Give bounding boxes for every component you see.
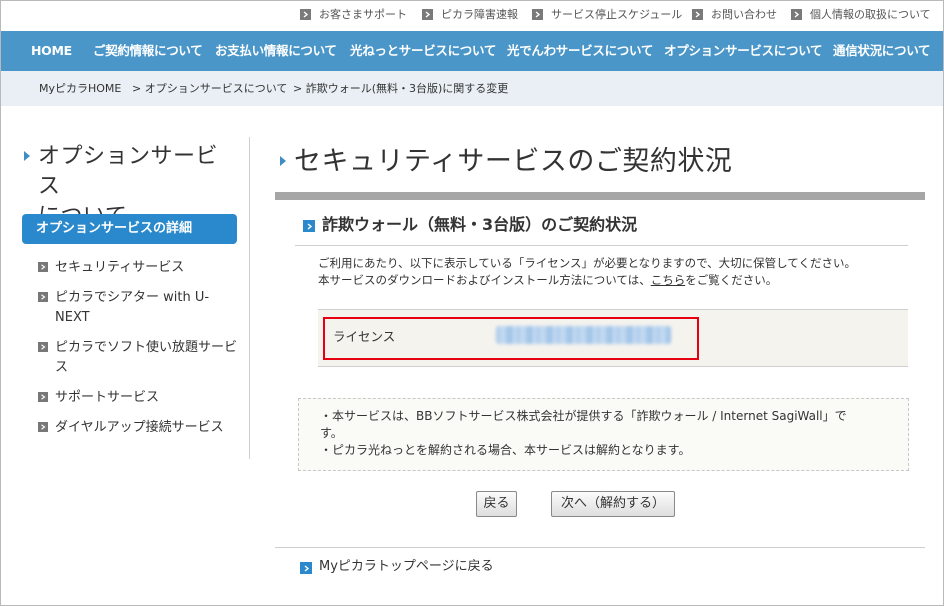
utility-bar: お客さまサポート ピカラ障害速報 サービス停止スケジュール お問い合わせ 個人情… xyxy=(0,0,944,31)
breadcrumb-option-services[interactable]: > オプションサービスについて xyxy=(132,71,287,106)
sidebar-item-theater[interactable]: ピカラでシアター with U- NEXT xyxy=(55,288,255,328)
license-highlight-box xyxy=(323,317,699,360)
sidebar-item-label: ピカラでソフト使い放題サービ xyxy=(55,340,238,355)
utility-link-label: 個人情報の取扱について xyxy=(810,8,931,21)
utility-link-privacy[interactable]: 個人情報の取扱について xyxy=(791,6,931,22)
triangle-right-icon xyxy=(280,156,286,166)
note-line: ・ピカラ光ねっとを解約される場合、本サービスは解約となります。 xyxy=(320,443,691,457)
note-line: す。 xyxy=(320,426,343,440)
utility-link-label: ピカラ障害速報 xyxy=(441,8,518,21)
sidebar-item-label: セキュリティサービス xyxy=(55,260,185,275)
arrow-right-icon xyxy=(791,8,802,20)
description-text: をご覧ください。 xyxy=(685,273,778,287)
nav-hikari-denwa[interactable]: 光でんわサービスについて xyxy=(507,31,653,71)
utility-link-contact[interactable]: お問い合わせ xyxy=(692,6,777,22)
title-underline xyxy=(275,192,925,200)
next-cancel-button[interactable]: 次へ（解約する） xyxy=(551,491,675,517)
sidebar-item-label: ダイヤルアップ接続サービス xyxy=(55,420,224,435)
breadcrumb-current: > 詐欺ウォール(無料・3台版)に関する変更 xyxy=(293,82,509,95)
section-title: 詐欺ウォール（無料・3台版）のご契約状況 xyxy=(322,215,638,234)
description-text: 本サービスのダウンロードおよびインストール方法については、 xyxy=(318,273,651,287)
install-guide-link[interactable]: こちら xyxy=(651,273,686,287)
nav-option-services[interactable]: オプションサービスについて xyxy=(664,31,823,71)
sidebar-title-line: オプションサービス xyxy=(38,144,219,199)
arrow-right-icon xyxy=(38,392,48,402)
description-line: 本サービスのダウンロードおよびインストール方法については、こちらをご覧ください。 xyxy=(318,272,856,289)
footer-divider xyxy=(275,547,925,548)
arrow-right-icon xyxy=(532,8,543,20)
license-border-bottom xyxy=(318,366,908,367)
arrow-right-icon xyxy=(300,562,312,574)
sidebar-item-label: ピカラでシアター with U- xyxy=(55,290,210,305)
section-divider xyxy=(295,245,908,246)
sidebar-heading[interactable]: オプションサービスの詳細 xyxy=(22,214,237,244)
nav-hikari-net[interactable]: 光ねっとサービスについて xyxy=(350,31,496,71)
license-border-top xyxy=(318,309,908,310)
back-button[interactable]: 戻る xyxy=(476,491,517,517)
arrow-right-icon xyxy=(38,292,48,302)
arrow-right-icon xyxy=(38,342,48,352)
triangle-right-icon xyxy=(24,151,30,161)
arrow-right-icon xyxy=(38,422,48,432)
utility-link-outage[interactable]: ピカラ障害速報 xyxy=(422,6,518,22)
arrow-right-icon xyxy=(692,8,703,20)
nav-home[interactable]: HOME xyxy=(31,31,72,71)
arrow-right-icon xyxy=(422,8,433,20)
breadcrumb: MyピカラHOME > オプションサービスについて > 詐欺ウォール(無料・3台… xyxy=(1,71,943,106)
sidebar-item-software[interactable]: ピカラでソフト使い放題サービ ス xyxy=(55,338,255,378)
description-line: ご利用にあたり、以下に表示している「ライセンス」が必要となりますので、大切に保管… xyxy=(318,256,856,270)
nav-contract-info[interactable]: ご契約情報について xyxy=(93,31,203,71)
page-title: セキュリティサービスのご契約状況 xyxy=(294,146,733,177)
utility-link-label: サービス停止スケジュール xyxy=(551,8,683,21)
description: ご利用にあたり、以下に表示している「ライセンス」が必要となりますので、大切に保管… xyxy=(318,255,856,289)
utility-link-label: お客さまサポート xyxy=(319,8,407,21)
sidebar-item-security[interactable]: セキュリティサービス xyxy=(55,258,255,278)
nav-connection-status[interactable]: 通信状況について xyxy=(833,31,931,71)
arrow-right-icon xyxy=(303,220,315,232)
sidebar-item-support[interactable]: サポートサービス xyxy=(55,388,255,408)
sidebar-item-dialup[interactable]: ダイヤルアップ接続サービス xyxy=(55,418,255,438)
main-nav: HOME ご契約情報について お支払い情報について 光ねっとサービスについて 光… xyxy=(1,31,943,71)
arrow-right-icon xyxy=(38,262,48,272)
arrow-right-icon xyxy=(300,8,311,20)
nav-payment-info[interactable]: お支払い情報について xyxy=(215,31,337,71)
sidebar-item-label: NEXT xyxy=(55,310,90,325)
note-line: ・本サービスは、BBソフトサービス株式会社が提供する「詐欺ウォール / Inte… xyxy=(320,409,847,423)
utility-link-label: お問い合わせ xyxy=(711,8,777,21)
utility-link-schedule[interactable]: サービス停止スケジュール xyxy=(532,6,682,22)
sidebar-item-label: サポートサービス xyxy=(55,390,160,405)
back-to-top-link[interactable]: Myピカラトップページに戻る xyxy=(319,557,494,577)
breadcrumb-home[interactable]: MyピカラHOME xyxy=(39,71,121,106)
utility-link-support[interactable]: お客さまサポート xyxy=(300,6,407,22)
sidebar-item-label: ス xyxy=(55,360,69,375)
